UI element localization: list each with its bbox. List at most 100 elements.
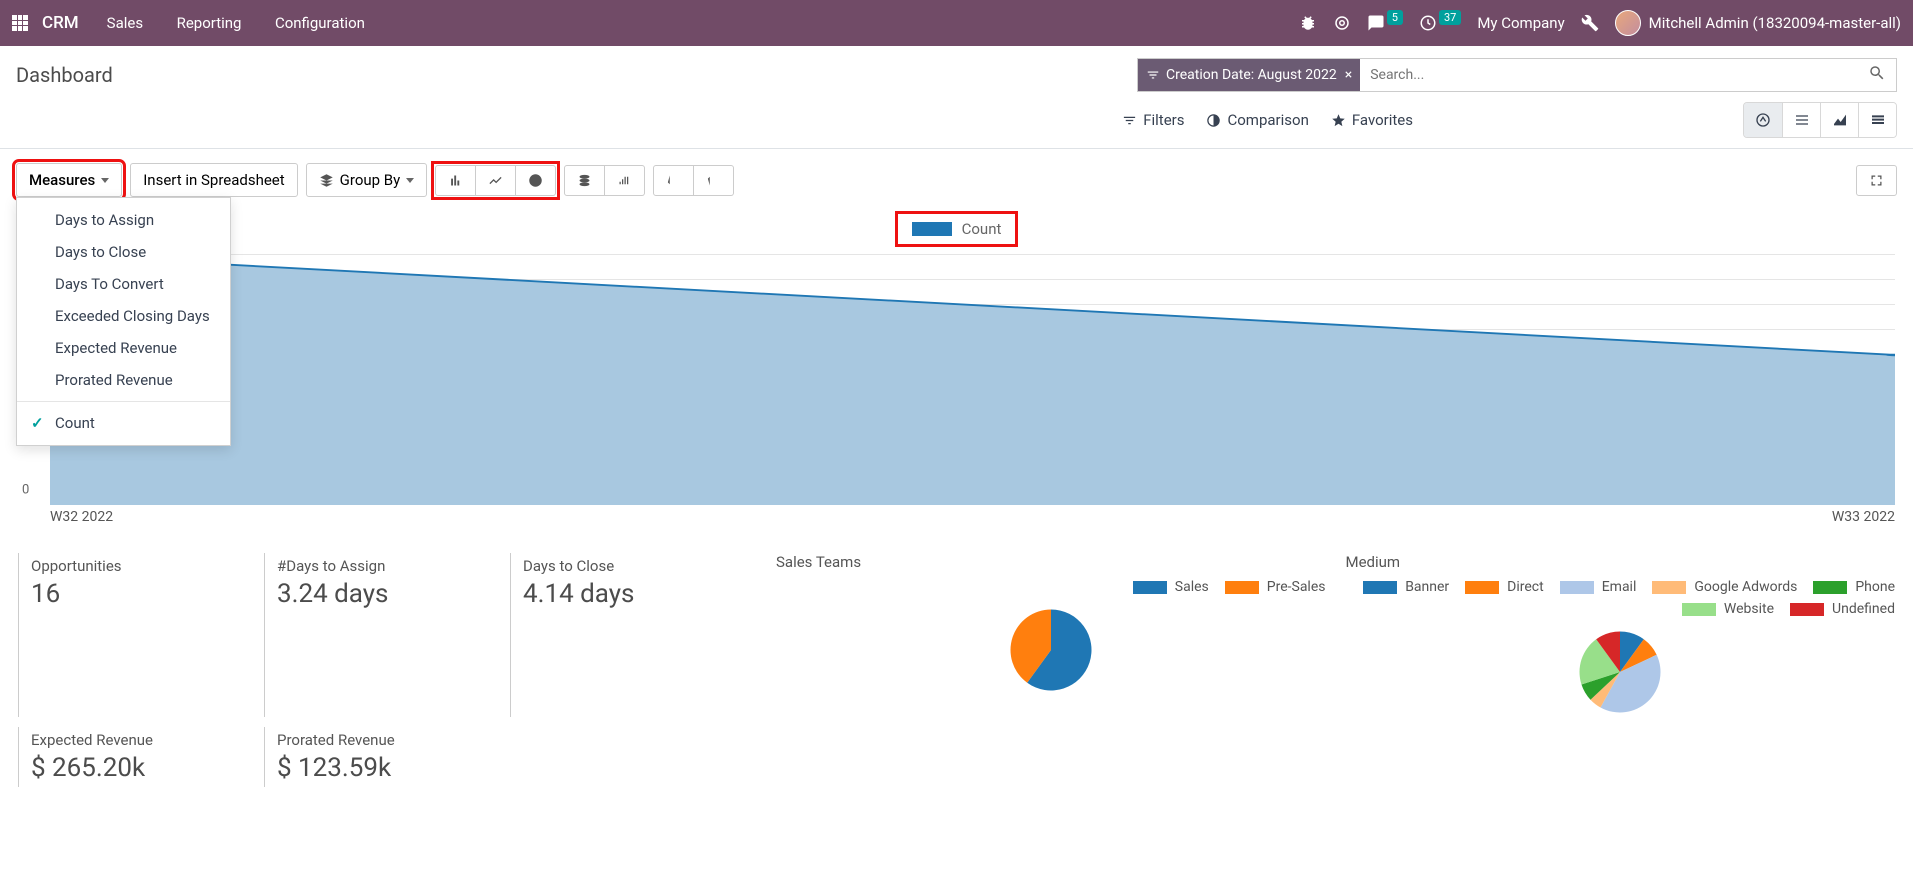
measure-item[interactable]: Days to Close	[17, 236, 230, 268]
legend-label: Phone	[1855, 579, 1895, 595]
legend-item[interactable]: Google Adwords	[1652, 579, 1797, 595]
kpi-row: Opportunities 16 #Days to Assign 3.24 da…	[0, 543, 1913, 727]
cumulative-button[interactable]	[605, 165, 645, 196]
chart-type-group	[435, 165, 556, 196]
caret-down-icon	[406, 178, 414, 183]
filters-button[interactable]: Filters	[1122, 111, 1184, 129]
search-input[interactable]	[1360, 67, 1858, 83]
measure-item[interactable]: Expected Revenue	[17, 332, 230, 364]
legend-label: Email	[1602, 579, 1637, 595]
legend-swatch	[1682, 603, 1716, 616]
activities-badge: 37	[1439, 10, 1461, 25]
stacked-button[interactable]	[564, 165, 605, 196]
legend-item[interactable]: Website	[1682, 601, 1774, 617]
search-filter-tag[interactable]: Creation Date: August 2022 ×	[1138, 59, 1360, 91]
kpi-prorated-revenue[interactable]: Prorated Revenue $ 123.59k	[264, 727, 510, 787]
legend-label: Google Adwords	[1694, 579, 1797, 595]
measure-item[interactable]: Prorated Revenue	[17, 364, 230, 396]
top-navbar: CRM Sales Reporting Configuration 5 37 M…	[0, 0, 1913, 46]
insert-spreadsheet-button[interactable]: Insert in Spreadsheet	[130, 163, 297, 197]
sort-group	[653, 165, 734, 196]
sort-desc-button[interactable]	[653, 165, 694, 196]
measure-item-count[interactable]: ✓Count	[17, 407, 230, 439]
user-menu[interactable]: Mitchell Admin (18320094-master-all)	[1615, 10, 1901, 36]
menu-configuration[interactable]: Configuration	[275, 14, 365, 32]
kpi-opportunities[interactable]: Opportunities 16	[18, 553, 264, 717]
control-panel: Dashboard Creation Date: August 2022 × F…	[0, 46, 1913, 149]
user-name: Mitchell Admin (18320094-master-all)	[1649, 14, 1901, 32]
measure-item[interactable]: Exceeded Closing Days	[17, 300, 230, 332]
legend-label: Count	[962, 220, 1002, 238]
view-dashboard-button[interactable]	[1744, 103, 1782, 137]
legend-label: Sales	[1175, 579, 1209, 595]
search-box: Creation Date: August 2022 ×	[1137, 58, 1897, 92]
debug-icon[interactable]	[1299, 14, 1317, 32]
messages-icon[interactable]: 5	[1367, 14, 1403, 32]
pie-medium: Medium BannerDirectEmailGoogle AdwordsPh…	[1326, 553, 1896, 717]
graph-toolbar: Measures Insert in Spreadsheet Group By …	[0, 149, 1913, 211]
favorites-button[interactable]: Favorites	[1331, 111, 1413, 129]
legend-swatch	[1813, 581, 1847, 594]
menu-sales[interactable]: Sales	[107, 14, 143, 32]
main-chart: Count 02 W32 2022 W33 2022	[0, 211, 1913, 543]
kpi-expected-revenue[interactable]: Expected Revenue $ 265.20k	[18, 727, 264, 787]
caret-down-icon	[101, 178, 109, 183]
page-title: Dashboard	[16, 63, 113, 87]
menu-separator	[17, 401, 230, 402]
legend-swatch	[1560, 581, 1594, 594]
legend-label: Pre-Sales	[1267, 579, 1326, 595]
support-icon[interactable]	[1333, 14, 1351, 32]
x-tick-label: W33 2022	[1832, 509, 1895, 525]
sort-asc-button[interactable]	[694, 165, 734, 196]
activities-icon[interactable]: 37	[1419, 14, 1461, 32]
messages-badge: 5	[1387, 10, 1403, 25]
bar-chart-button[interactable]	[435, 165, 476, 196]
apps-icon[interactable]	[12, 15, 28, 31]
legend-swatch	[1225, 581, 1259, 594]
comparison-button[interactable]: Comparison	[1206, 111, 1308, 129]
legend-item[interactable]: Undefined	[1790, 601, 1895, 617]
search-tag-label: Creation Date: August 2022	[1166, 67, 1337, 83]
company-switcher[interactable]: My Company	[1477, 14, 1564, 32]
legend-swatch	[912, 222, 952, 236]
legend-label: Website	[1724, 601, 1774, 617]
chart-canvas[interactable]: 02	[50, 255, 1895, 505]
legend-item[interactable]: Sales	[1133, 579, 1209, 595]
kpi-days-assign[interactable]: #Days to Assign 3.24 days	[264, 553, 510, 717]
pie-chart[interactable]	[976, 605, 1126, 695]
legend-item[interactable]: Pre-Sales	[1225, 579, 1326, 595]
measure-item[interactable]: Days To Convert	[17, 268, 230, 300]
group-by-button[interactable]: Group By	[306, 163, 428, 197]
legend-swatch	[1652, 581, 1686, 594]
legend-swatch	[1790, 603, 1824, 616]
pie-chart-button[interactable]	[516, 165, 556, 196]
tools-icon[interactable]	[1581, 14, 1599, 32]
pie-chart[interactable]	[1545, 627, 1695, 717]
x-tick-label: W32 2022	[50, 509, 113, 525]
legend-item[interactable]: Phone	[1813, 579, 1895, 595]
measures-button[interactable]: Measures	[16, 163, 122, 197]
legend-item[interactable]: Email	[1560, 579, 1637, 595]
pie-sales-teams: Sales Teams SalesPre-Sales	[756, 553, 1326, 717]
legend-swatch	[1133, 581, 1167, 594]
search-icon[interactable]	[1858, 64, 1896, 86]
view-graph-button[interactable]	[1820, 103, 1858, 137]
legend-label: Banner	[1405, 579, 1449, 595]
remove-filter-icon[interactable]: ×	[1345, 67, 1352, 83]
brand[interactable]: CRM	[42, 13, 79, 33]
legend-label: Undefined	[1832, 601, 1895, 617]
menu-reporting[interactable]: Reporting	[177, 14, 242, 32]
measure-item[interactable]: Days to Assign	[17, 204, 230, 236]
main-menu: Sales Reporting Configuration	[107, 14, 395, 32]
view-pivot-button[interactable]	[1858, 103, 1896, 137]
chart-legend[interactable]: Count	[895, 211, 1019, 247]
view-list-button[interactable]	[1782, 103, 1820, 137]
legend-item[interactable]: Direct	[1465, 579, 1544, 595]
legend-label: Direct	[1507, 579, 1544, 595]
expand-button[interactable]	[1856, 165, 1897, 196]
legend-item[interactable]: Banner	[1363, 579, 1449, 595]
legend-swatch	[1363, 581, 1397, 594]
legend-swatch	[1465, 581, 1499, 594]
kpi-days-close[interactable]: Days to Close 4.14 days	[510, 553, 756, 717]
line-chart-button[interactable]	[476, 165, 516, 196]
